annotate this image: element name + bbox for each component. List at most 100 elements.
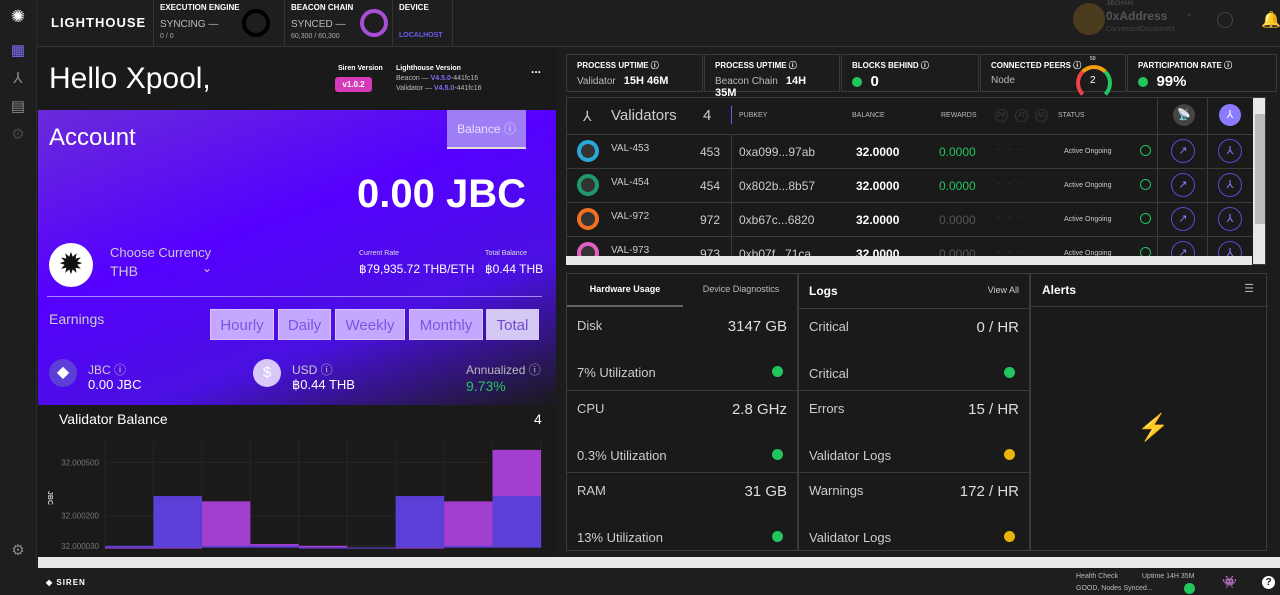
chart-count: 4 — [534, 411, 542, 427]
prefix: Validator — — [396, 85, 433, 92]
utilization: 7% Utilization — [577, 365, 656, 380]
execution-engine-status: EXECUTION ENGINE SYNCING — 0 / 0 — [153, 0, 285, 47]
lighthouse-version-label: Lighthouse Version — [396, 65, 461, 72]
row: 0 — [852, 73, 968, 91]
validator-balance: 32.0000 — [856, 179, 900, 193]
history-clock-icon[interactable] — [1217, 12, 1233, 28]
validator-balance-chart: 32.00050032.00020032.00003016:0416:1016:… — [46, 441, 542, 551]
scroll-thumb[interactable] — [1255, 114, 1265, 224]
tab-hourly[interactable]: Hourly — [210, 309, 274, 340]
sub-label: Critical — [809, 366, 849, 381]
filter-sliders-icon[interactable]: ☰ — [1244, 282, 1254, 295]
beacon-version: Beacon — V4.5.0-441fc16 — [396, 75, 478, 82]
dollar-icon: $ — [253, 359, 281, 387]
utilization: 13% Utilization — [577, 530, 663, 545]
value: THB — [110, 263, 138, 279]
open-external-icon[interactable]: ↗ — [1171, 173, 1195, 197]
settings-gear-icon[interactable]: ⚙ — [9, 126, 27, 144]
hardware-item: Disk 3147 GB 7% Utilization — [567, 308, 797, 390]
status-dot — [1004, 531, 1015, 542]
validator-rewards: 0.0000 — [939, 145, 976, 159]
open-external-icon[interactable]: ↗ — [1171, 207, 1195, 231]
log-item: Warnings 172 / HR Validator Logs — [799, 472, 1029, 554]
status-dot — [1138, 76, 1148, 87]
validator-row[interactable]: VAL-453 453 0xa099...97ab 32.0000 0.0000… — [567, 134, 1265, 168]
label: Validator — [577, 76, 616, 87]
validator-rewards: 0.0000 — [939, 179, 976, 193]
validator-row[interactable]: VAL-454 454 0x802b...8b57 32.0000 0.0000… — [567, 168, 1265, 202]
validator-pubkey[interactable]: 0xa099...97ab — [739, 145, 815, 159]
validator-network-icon[interactable]: ⅄ — [1218, 173, 1242, 197]
tab-weekly[interactable]: Weekly — [335, 309, 405, 340]
help-icon[interactable]: ? — [1262, 576, 1275, 589]
account-balance: 0.00 JBC — [357, 172, 526, 216]
connected-peers-stat: CONNECTED PEERS ⓘ Node 50 2 — [980, 54, 1126, 101]
view-all-link[interactable]: View All — [988, 285, 1019, 295]
chevron-down-icon[interactable]: ⌄ — [1185, 8, 1193, 19]
divider — [731, 169, 732, 202]
divider — [1207, 98, 1208, 264]
row: Beacon Chain 14H 35M — [715, 75, 829, 99]
label: Warnings — [809, 483, 864, 498]
y-tick-label: 32.000200 — [61, 512, 99, 521]
vertical-scrollbar[interactable] — [1253, 98, 1265, 264]
utilization: 0.3% Utilization — [577, 448, 667, 463]
open-external-icon[interactable]: ↗ — [1171, 139, 1195, 163]
divider — [1157, 98, 1158, 264]
device-value[interactable]: LOCALHOST — [399, 32, 446, 39]
value: 15 / HR — [968, 401, 1019, 418]
chart-bar-segment — [444, 545, 493, 548]
tab-device-diagnostics[interactable]: Device Diagnostics — [683, 274, 799, 307]
validator-network-icon[interactable]: ⅄ — [1218, 207, 1242, 231]
greeting: Hello Xpool, — [49, 62, 211, 95]
chart-title: Validator Balance — [59, 411, 168, 427]
satellite-icon[interactable]: 📡 — [1173, 104, 1195, 126]
more-menu-button[interactable]: ... — [531, 62, 541, 76]
lightning-icon: ⚡ — [1137, 412, 1170, 442]
beacon-chain-status: BEACON CHAIN SYNCED — 60,300 / 60,300 — [285, 0, 393, 47]
sync-ring — [242, 9, 270, 37]
y-tick-label: 32.000500 — [61, 458, 99, 467]
logs-title: Logs — [809, 284, 838, 298]
notification-bell-icon[interactable]: 🔔 — [1261, 10, 1280, 30]
label: Critical — [809, 319, 849, 334]
status-dot — [772, 449, 783, 460]
logs-icon[interactable]: ▤ — [9, 98, 27, 116]
validator-metrics: - - - — [997, 247, 1023, 256]
validator-version: Validator — V4.5.0-441fc16 — [396, 85, 482, 92]
currency-select[interactable]: THB ⌄ — [110, 261, 212, 279]
label: SIREN — [56, 578, 86, 587]
settings-icon[interactable]: ⚙ — [9, 542, 27, 560]
validators-icon[interactable]: ⅄ — [9, 70, 27, 88]
validator-metrics: - - - — [997, 179, 1023, 188]
divider — [731, 106, 732, 124]
tab-daily[interactable]: Daily — [278, 309, 331, 340]
currency-sun-icon: ✹ — [49, 243, 93, 287]
table-horizontal-scrollbar[interactable] — [566, 256, 1252, 265]
chart-bar-segment — [298, 545, 348, 548]
wallet-address[interactable]: 0xAddress — [1106, 9, 1167, 23]
validator-name: VAL-454 — [611, 177, 650, 188]
tab-monthly[interactable]: Monthly — [409, 309, 483, 340]
app-logo-icon[interactable]: ✺ — [9, 8, 27, 26]
validator-network-icon[interactable]: ⅄ — [1218, 139, 1242, 163]
tab-total[interactable]: Total — [486, 309, 539, 340]
currency-label: Choose Currency — [110, 245, 212, 260]
balance-tab[interactable]: Balance ⓘ — [447, 110, 526, 149]
validators-count: 4 — [703, 107, 712, 124]
chart-bar-segment — [201, 545, 251, 548]
validator-pubkey[interactable]: 0xb67c...6820 — [739, 213, 814, 227]
log-item: Errors 15 / HR Validator Logs — [799, 390, 1029, 472]
validator-status: Active Ongoing — [1064, 148, 1112, 155]
validator-pubkey[interactable]: 0x802b...8b57 — [739, 179, 815, 193]
validator-index: 454 — [700, 179, 721, 193]
horizontal-scrollbar[interactable] — [38, 557, 1280, 568]
discord-icon[interactable]: 👾 — [1222, 575, 1237, 589]
tab-hardware-usage[interactable]: Hardware Usage — [567, 274, 683, 307]
chart-bar-segment — [250, 545, 299, 548]
validator-network-icon[interactable]: ⅄ — [1219, 104, 1241, 126]
disconnect-link[interactable]: Disconnect — [1140, 26, 1175, 33]
dashboard-icon[interactable]: ▦ — [9, 42, 27, 60]
chart-bar-segment — [153, 496, 202, 548]
validator-row[interactable]: VAL-972 972 0xb67c...6820 32.0000 0.0000… — [567, 202, 1265, 236]
